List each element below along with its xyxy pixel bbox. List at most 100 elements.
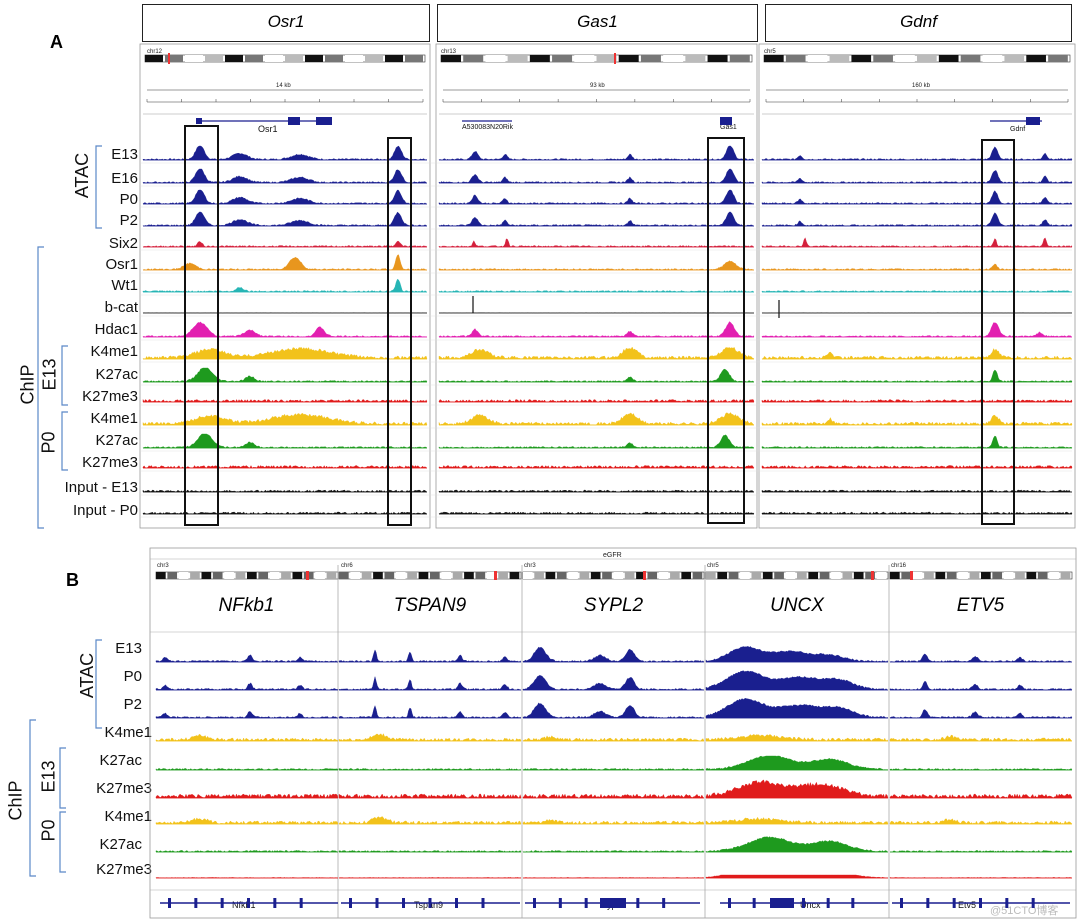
bracket-a-atac (95, 145, 102, 229)
gene-model-gas1 (720, 117, 732, 125)
track-b-row6-col3 (705, 816, 889, 825)
track-a-row13-col1 (438, 434, 755, 449)
ideogram-band (729, 55, 750, 62)
ideogram-band (365, 55, 383, 62)
exon (584, 898, 588, 908)
ideogram-band (361, 572, 372, 579)
exon (728, 898, 731, 908)
ideogram-band (895, 55, 915, 62)
ideogram-band (707, 55, 728, 62)
track-a-row1-col1 (438, 168, 755, 184)
ideogram-band (430, 572, 440, 579)
track-a-row9-col2 (761, 348, 1073, 360)
track-a-row10-col2 (761, 369, 1073, 383)
track-b-row3-col3 (705, 734, 889, 742)
column-frame-a0 (139, 43, 431, 529)
track-b-row0-col4 (889, 653, 1073, 663)
ideogram-marker-b1 (494, 571, 497, 580)
track-b-row7-col3 (705, 836, 889, 853)
track-a-row0-col2 (761, 146, 1073, 161)
exon (220, 898, 224, 908)
track-b-row6-col2 (522, 819, 705, 825)
ideogram-band (853, 572, 864, 579)
ideogram-band (373, 572, 383, 579)
exon (194, 898, 198, 908)
track-a-row5-col2 (761, 263, 1073, 271)
ideogram-band (579, 572, 590, 579)
ideogram-band (982, 55, 1003, 62)
exon (752, 898, 756, 908)
exon (1031, 898, 1035, 908)
ideogram-band (981, 572, 991, 579)
exon (900, 898, 903, 908)
track-a-row14-col1 (438, 465, 755, 469)
track-a-row14-col2 (761, 465, 1073, 469)
ideogram-band (498, 572, 508, 579)
ideogram-band (706, 572, 716, 579)
exon (636, 898, 640, 908)
exon (533, 898, 536, 908)
track-b-row4-col3 (705, 755, 889, 771)
track-b-row6-col1 (338, 816, 522, 825)
ideogram-band (1060, 572, 1071, 579)
bracket-b-atac (95, 639, 102, 729)
track-b-row2-col3 (705, 698, 889, 719)
ideogram-band (326, 572, 337, 579)
ideogram-band (658, 572, 669, 579)
ideogram-band (350, 572, 361, 579)
ideogram-band (807, 55, 828, 62)
ideogram-band (507, 55, 528, 62)
track-b-row5-col2 (522, 793, 705, 799)
exon (349, 898, 352, 908)
track-b-row0-col1 (338, 649, 522, 663)
ideogram-band (178, 572, 189, 579)
ideogram-band (167, 572, 178, 579)
ideogram-marker-a1 (614, 53, 616, 64)
ideogram-band (685, 55, 706, 62)
track-b-row3-col1 (338, 733, 522, 742)
ideogram-band (225, 55, 243, 62)
track-a-row2-col2 (761, 190, 1073, 205)
ideogram-band (663, 55, 684, 62)
track-b-row2-col4 (889, 709, 1073, 719)
ideogram-band (325, 55, 343, 62)
ideogram-band (901, 572, 912, 579)
ideogram-band (692, 572, 703, 579)
ideogram-band (385, 55, 403, 62)
ideogram-band (485, 55, 506, 62)
ideogram-band (205, 55, 223, 62)
track-b-row3-col2 (522, 735, 705, 742)
ideogram-band (774, 572, 784, 579)
exon-uncx (770, 898, 794, 908)
ideogram-band (441, 55, 461, 62)
ideogram-band (212, 572, 223, 579)
track-b-row8-col3 (705, 874, 889, 879)
ideogram-band (1003, 572, 1014, 579)
track-a-row11-col2 (761, 399, 1073, 403)
bracket-a-chip (37, 246, 44, 529)
ideogram-band (201, 572, 212, 579)
ideogram-band (258, 572, 269, 579)
track-b-row5-col4 (889, 793, 1073, 799)
ideogram-band (596, 55, 617, 62)
ideogram-band (1026, 572, 1037, 579)
track-a-row5-col1 (438, 260, 755, 271)
ideogram-band (534, 572, 544, 579)
ideogram-band (618, 55, 639, 62)
ideogram-marker-b0 (306, 571, 309, 580)
track-b-row2-col2 (522, 702, 705, 719)
track-a-row8-col1 (438, 321, 755, 338)
track-a-row10-col1 (438, 368, 755, 383)
ideogram-band (960, 55, 981, 62)
ideogram-band (764, 55, 784, 62)
ideogram-band (407, 572, 417, 579)
track-b-row0-col0 (155, 654, 339, 663)
exon (168, 898, 171, 908)
ideogram-band (829, 55, 850, 62)
exon (826, 898, 830, 908)
column-frame-a2 (758, 43, 1076, 529)
track-b-row1-col4 (889, 680, 1073, 691)
track-b-row1-col2 (522, 674, 705, 691)
ideogram-band (285, 55, 303, 62)
ideogram-band (946, 572, 957, 579)
